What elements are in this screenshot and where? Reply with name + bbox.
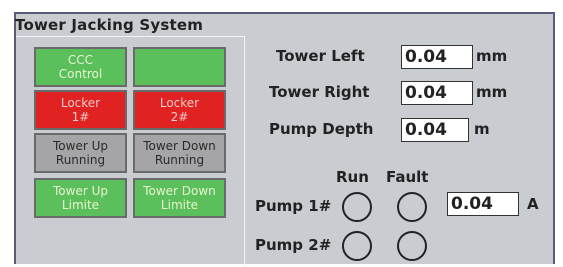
tower-left-unit: mm bbox=[476, 47, 508, 65]
tower-right-unit: mm bbox=[476, 83, 508, 101]
tower-up-running-button[interactable]: Tower Up Running bbox=[34, 133, 127, 173]
ccc-control-button[interactable]: CCC Control bbox=[34, 47, 127, 87]
tower-right-value: 0.04 bbox=[401, 81, 473, 105]
pump-1-run-indicator bbox=[342, 192, 372, 222]
pump-2-run-indicator bbox=[342, 231, 372, 261]
run-header: Run bbox=[336, 168, 369, 186]
tower-down-running-button[interactable]: Tower Down Running bbox=[133, 133, 226, 173]
tower-left-label: Tower Left bbox=[276, 47, 365, 65]
locker-2-button[interactable]: Locker 2# bbox=[133, 90, 226, 130]
pump-1-current-unit: A bbox=[527, 195, 539, 213]
blank-button[interactable] bbox=[133, 47, 226, 87]
tower-up-limit-button[interactable]: Tower Up Limite bbox=[34, 178, 127, 218]
pump-1-current-value: 0.04 bbox=[447, 192, 519, 216]
pump-depth-value: 0.04 bbox=[401, 118, 469, 142]
fault-header: Fault bbox=[386, 168, 429, 186]
tower-down-limit-button[interactable]: Tower Down Limite bbox=[133, 178, 226, 218]
locker-1-button[interactable]: Locker 1# bbox=[34, 90, 127, 130]
tower-right-label: Tower Right bbox=[269, 83, 370, 101]
tower-left-value: 0.04 bbox=[401, 45, 473, 69]
pump-2-label: Pump 2# bbox=[255, 236, 332, 254]
pump-depth-unit: m bbox=[474, 120, 490, 138]
pump-1-fault-indicator bbox=[397, 192, 427, 222]
pump-depth-label: Pump Depth bbox=[269, 120, 374, 138]
pump-2-fault-indicator bbox=[397, 231, 427, 261]
panel-title: Tower Jacking System bbox=[15, 16, 204, 34]
pump-1-label: Pump 1# bbox=[255, 197, 332, 215]
